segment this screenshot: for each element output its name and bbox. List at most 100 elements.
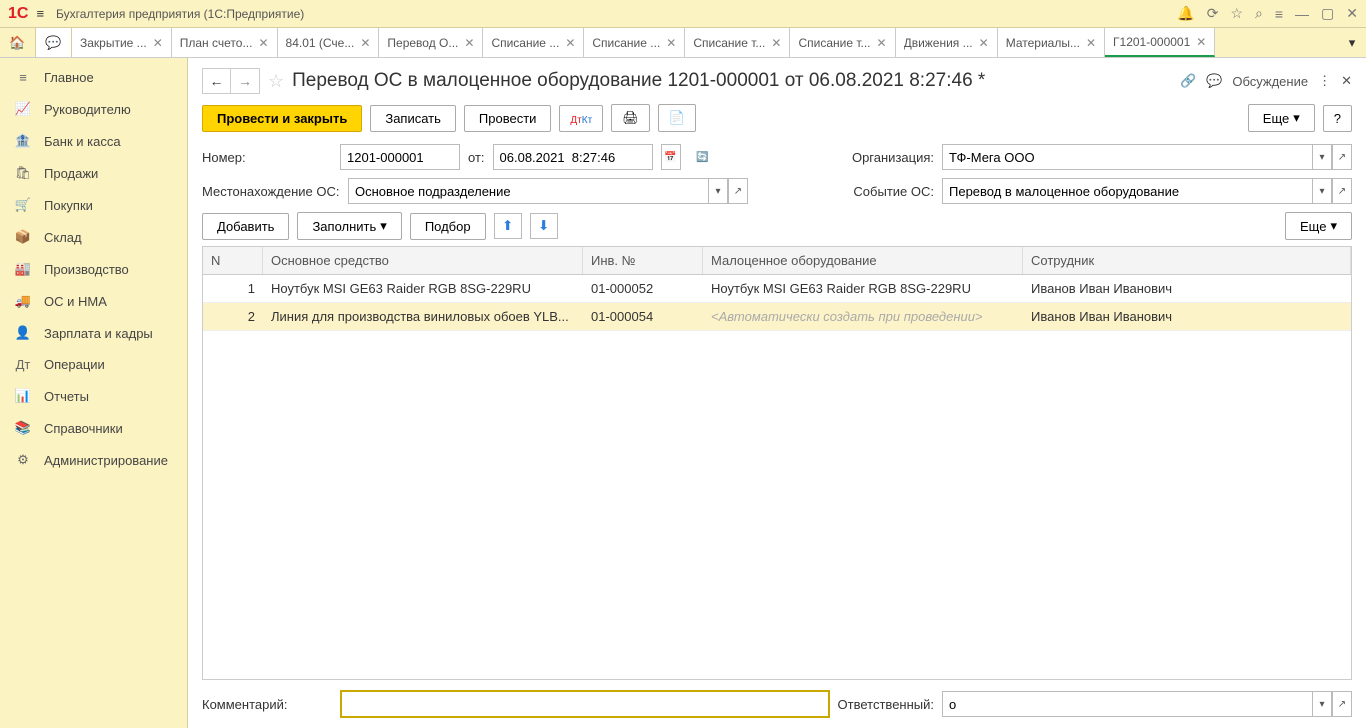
org-label: Организация: (852, 150, 934, 165)
more-button[interactable]: Еще ▾ (1248, 104, 1315, 132)
link-icon[interactable]: 🔗 (1180, 73, 1196, 89)
sidebar-icon: 📚 (14, 420, 32, 436)
table-row[interactable]: 1 Ноутбук MSI GE63 Raider RGB 8SG-229RU … (203, 275, 1351, 303)
tabs-more[interactable]: ▾ (1338, 28, 1366, 57)
tab[interactable]: Списание ...✕ (483, 28, 584, 57)
tab[interactable]: Г1201-000001✕ (1105, 28, 1215, 57)
location-dropdown[interactable]: ▾ (708, 178, 728, 204)
nav-forward[interactable]: → (231, 69, 259, 93)
tab-close-icon[interactable]: ✕ (464, 36, 474, 50)
table-more-button[interactable]: Еще ▾ (1285, 212, 1352, 240)
col-inv[interactable]: Инв. № (583, 247, 703, 274)
chat-button[interactable]: 💬 (36, 28, 72, 57)
comment-input[interactable] (340, 690, 830, 718)
history-icon[interactable]: ⟳ (1207, 5, 1219, 22)
refresh-icon[interactable]: 🔄 (693, 144, 713, 170)
table-row[interactable]: 2 Линия для производства виниловых обоев… (203, 303, 1351, 331)
col-os[interactable]: Основное средство (263, 247, 583, 274)
sidebar-item[interactable]: 🛍Продажи (0, 157, 187, 189)
sidebar-label: Производство (44, 262, 129, 277)
sidebar-item[interactable]: 🛒Покупки (0, 189, 187, 221)
select-button[interactable]: Подбор (410, 213, 486, 240)
tab[interactable]: 84.01 (Сче...✕ (278, 28, 380, 57)
col-mc[interactable]: Малоценное оборудование (703, 247, 1023, 274)
tab-close-icon[interactable]: ✕ (153, 36, 163, 50)
sidebar-item[interactable]: 📚Справочники (0, 412, 187, 444)
tab-close-icon[interactable]: ✕ (771, 36, 781, 50)
dtkt-button[interactable]: ДтКт (559, 105, 603, 132)
menu-icon[interactable]: ≡ (36, 6, 44, 21)
discuss-label[interactable]: Обсуждение (1232, 74, 1308, 89)
event-open[interactable]: ↗ (1332, 178, 1352, 204)
close-icon[interactable]: ✕ (1346, 5, 1358, 22)
star-icon[interactable]: ☆ (1230, 5, 1243, 22)
nav-back[interactable]: ← (203, 69, 231, 93)
post-close-button[interactable]: Провести и закрыть (202, 105, 362, 132)
comment-label: Комментарий: (202, 697, 332, 712)
number-input[interactable] (340, 144, 460, 170)
favorite-icon[interactable]: ☆ (268, 71, 284, 92)
sidebar-item[interactable]: ДтОперации (0, 349, 187, 380)
search-icon[interactable]: ⌕ (1255, 5, 1263, 22)
tab[interactable]: Закрытие ...✕ (72, 28, 172, 57)
tab[interactable]: План счето...✕ (172, 28, 278, 57)
org-dropdown[interactable]: ▾ (1312, 144, 1332, 170)
tab-close-icon[interactable]: ✕ (565, 36, 575, 50)
help-button[interactable]: ? (1323, 105, 1352, 132)
event-input[interactable] (942, 178, 1312, 204)
settings-icon[interactable]: ≡ (1275, 6, 1283, 22)
tab[interactable]: Списание т...✕ (685, 28, 790, 57)
tab-close-icon[interactable]: ✕ (1086, 36, 1096, 50)
sidebar-item[interactable]: 🏭Производство (0, 253, 187, 285)
tab-close-icon[interactable]: ✕ (666, 36, 676, 50)
sidebar-item[interactable]: 📈Руководителю (0, 93, 187, 125)
col-n[interactable]: N (203, 247, 263, 274)
page-more-icon[interactable]: ⋮ (1318, 73, 1331, 89)
event-dropdown[interactable]: ▾ (1312, 178, 1332, 204)
sidebar-item[interactable]: 📦Склад (0, 221, 187, 253)
minimize-icon[interactable]: — (1295, 6, 1309, 22)
sidebar-item[interactable]: 👤Зарплата и кадры (0, 317, 187, 349)
tab-close-icon[interactable]: ✕ (1196, 35, 1206, 49)
tab-close-icon[interactable]: ✕ (979, 36, 989, 50)
tab[interactable]: Списание т...✕ (790, 28, 895, 57)
tab[interactable]: Списание ...✕ (584, 28, 685, 57)
page-close-icon[interactable]: ✕ (1341, 73, 1352, 89)
tab[interactable]: Движения ...✕ (896, 28, 998, 57)
discuss-icon[interactable]: 💬 (1206, 73, 1222, 89)
sidebar-item[interactable]: ⚙Администрирование (0, 444, 187, 476)
col-emp[interactable]: Сотрудник (1023, 247, 1351, 274)
sidebar-icon: 🚚 (14, 293, 32, 309)
date-input[interactable] (493, 144, 653, 170)
tab[interactable]: Материалы...✕ (998, 28, 1105, 57)
bell-icon[interactable]: 🔔 (1177, 5, 1194, 22)
calendar-icon[interactable]: 📅 (661, 144, 681, 170)
org-open[interactable]: ↗ (1332, 144, 1352, 170)
location-open[interactable]: ↗ (728, 178, 748, 204)
sidebar-item[interactable]: ≡Главное (0, 62, 187, 93)
tab-close-icon[interactable]: ✕ (877, 36, 887, 50)
tab[interactable]: Перевод О...✕ (379, 28, 483, 57)
add-button[interactable]: Добавить (202, 213, 289, 240)
print-button[interactable]: 🖨 (611, 104, 650, 132)
location-input[interactable] (348, 178, 708, 204)
sidebar-item[interactable]: 🏦Банк и касса (0, 125, 187, 157)
fill-button[interactable]: Заполнить ▾ (297, 212, 401, 240)
resp-dropdown[interactable]: ▾ (1312, 691, 1332, 717)
tab-close-icon[interactable]: ✕ (258, 36, 268, 50)
post-button[interactable]: Провести (464, 105, 552, 132)
resp-input[interactable] (942, 691, 1312, 717)
resp-open[interactable]: ↗ (1332, 691, 1352, 717)
sidebar-icon: ⚙ (14, 452, 32, 468)
maximize-icon[interactable]: ▢ (1321, 5, 1334, 22)
sidebar: ≡Главное📈Руководителю🏦Банк и касса🛍Прода… (0, 58, 188, 728)
move-up-button[interactable]: ⬆ (494, 213, 522, 239)
move-down-button[interactable]: ⬇ (530, 213, 558, 239)
save-button[interactable]: Записать (370, 105, 456, 132)
tab-close-icon[interactable]: ✕ (360, 36, 370, 50)
report-button[interactable]: 📄 (658, 104, 696, 132)
org-input[interactable] (942, 144, 1312, 170)
home-button[interactable]: 🏠 (0, 28, 36, 57)
sidebar-item[interactable]: 📊Отчеты (0, 380, 187, 412)
sidebar-item[interactable]: 🚚ОС и НМА (0, 285, 187, 317)
